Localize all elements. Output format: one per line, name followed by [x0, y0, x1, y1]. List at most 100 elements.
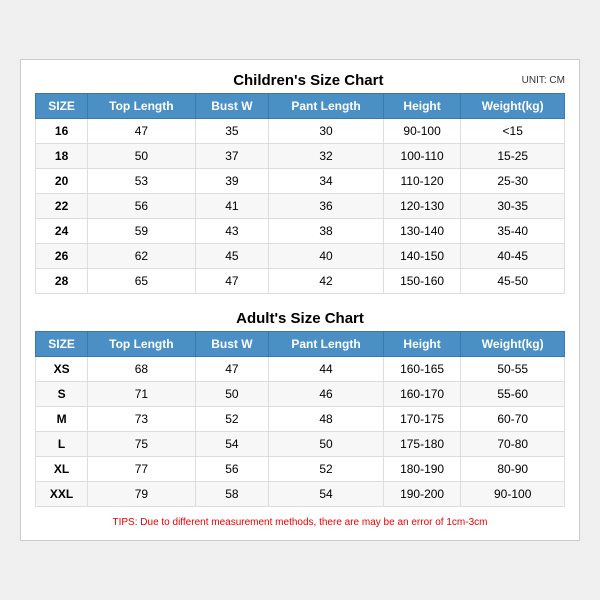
table-cell: 30-35: [461, 194, 565, 219]
children-col-header: Top Length: [88, 94, 195, 119]
tips-text: TIPS: Due to different measurement metho…: [35, 517, 565, 528]
table-row: 22564136120-13030-35: [36, 194, 565, 219]
table-row: S715046160-17055-60: [36, 382, 565, 407]
table-cell: 45-50: [461, 269, 565, 294]
table-cell: 80-90: [461, 457, 565, 482]
table-cell: 90-100: [383, 119, 461, 144]
table-cell: 56: [88, 194, 195, 219]
table-cell: 58: [195, 482, 269, 507]
table-cell: 175-180: [383, 432, 461, 457]
table-cell: 120-130: [383, 194, 461, 219]
table-row: 18503732100-11015-25: [36, 144, 565, 169]
table-cell: 62: [88, 244, 195, 269]
table-cell: 56: [195, 457, 269, 482]
table-cell: 73: [88, 407, 195, 432]
table-cell: 26: [36, 244, 88, 269]
table-cell: 39: [195, 169, 269, 194]
table-cell: 68: [88, 357, 195, 382]
table-cell: 40: [269, 244, 384, 269]
table-cell: 18: [36, 144, 88, 169]
adults-title: Adult's Size Chart: [95, 310, 505, 327]
table-cell: 36: [269, 194, 384, 219]
table-cell: 40-45: [461, 244, 565, 269]
table-cell: 65: [88, 269, 195, 294]
table-cell: 100-110: [383, 144, 461, 169]
adults-col-header: Pant Length: [269, 332, 384, 357]
adults-col-header: Bust W: [195, 332, 269, 357]
children-table: SIZETop LengthBust WPant LengthHeightWei…: [35, 93, 565, 294]
unit-label: UNIT: CM: [522, 75, 565, 86]
children-col-header: Height: [383, 94, 461, 119]
table-cell: 71: [88, 382, 195, 407]
table-cell: 52: [269, 457, 384, 482]
children-col-header: Weight(kg): [461, 94, 565, 119]
table-cell: 190-200: [383, 482, 461, 507]
table-cell: M: [36, 407, 88, 432]
table-row: 24594338130-14035-40: [36, 219, 565, 244]
table-cell: 34: [269, 169, 384, 194]
table-cell: 38: [269, 219, 384, 244]
adults-col-header: SIZE: [36, 332, 88, 357]
table-cell: 50: [269, 432, 384, 457]
table-cell: 150-160: [383, 269, 461, 294]
table-cell: <15: [461, 119, 565, 144]
table-row: XL775652180-19080-90: [36, 457, 565, 482]
table-cell: 28: [36, 269, 88, 294]
table-cell: 30: [269, 119, 384, 144]
table-cell: 37: [195, 144, 269, 169]
table-cell: 160-170: [383, 382, 461, 407]
table-row: 26624540140-15040-45: [36, 244, 565, 269]
table-cell: XS: [36, 357, 88, 382]
table-row: L755450175-18070-80: [36, 432, 565, 457]
table-cell: 43: [195, 219, 269, 244]
table-cell: 32: [269, 144, 384, 169]
table-cell: 24: [36, 219, 88, 244]
children-title-row: Children's Size Chart UNIT: CM: [35, 72, 565, 89]
table-cell: 47: [195, 357, 269, 382]
table-cell: 54: [269, 482, 384, 507]
table-cell: 60-70: [461, 407, 565, 432]
table-cell: 46: [269, 382, 384, 407]
adults-header-row: SIZETop LengthBust WPant LengthHeightWei…: [36, 332, 565, 357]
table-cell: 54: [195, 432, 269, 457]
table-cell: 90-100: [461, 482, 565, 507]
table-cell: 35-40: [461, 219, 565, 244]
table-cell: 59: [88, 219, 195, 244]
table-cell: 180-190: [383, 457, 461, 482]
table-cell: 42: [269, 269, 384, 294]
table-cell: 41: [195, 194, 269, 219]
table-row: 1647353090-100<15: [36, 119, 565, 144]
adults-title-row: Adult's Size Chart: [35, 310, 565, 327]
table-cell: 52: [195, 407, 269, 432]
table-cell: 22: [36, 194, 88, 219]
table-cell: 79: [88, 482, 195, 507]
table-cell: 50: [88, 144, 195, 169]
table-row: M735248170-17560-70: [36, 407, 565, 432]
table-cell: 48: [269, 407, 384, 432]
table-row: XS684744160-16550-55: [36, 357, 565, 382]
table-cell: 45: [195, 244, 269, 269]
table-cell: XL: [36, 457, 88, 482]
table-row: 28654742150-16045-50: [36, 269, 565, 294]
table-cell: 50-55: [461, 357, 565, 382]
table-cell: 170-175: [383, 407, 461, 432]
children-header-row: SIZETop LengthBust WPant LengthHeightWei…: [36, 94, 565, 119]
table-cell: 160-165: [383, 357, 461, 382]
table-cell: 25-30: [461, 169, 565, 194]
table-cell: 44: [269, 357, 384, 382]
table-cell: 20: [36, 169, 88, 194]
table-cell: 50: [195, 382, 269, 407]
table-cell: 70-80: [461, 432, 565, 457]
size-chart-card: Children's Size Chart UNIT: CM SIZETop L…: [20, 59, 580, 541]
adults-col-header: Height: [383, 332, 461, 357]
children-col-header: SIZE: [36, 94, 88, 119]
table-cell: 16: [36, 119, 88, 144]
table-cell: 47: [88, 119, 195, 144]
children-col-header: Pant Length: [269, 94, 384, 119]
table-cell: S: [36, 382, 88, 407]
table-cell: 140-150: [383, 244, 461, 269]
table-cell: 110-120: [383, 169, 461, 194]
adults-table: SIZETop LengthBust WPant LengthHeightWei…: [35, 331, 565, 507]
table-cell: 53: [88, 169, 195, 194]
table-cell: 75: [88, 432, 195, 457]
